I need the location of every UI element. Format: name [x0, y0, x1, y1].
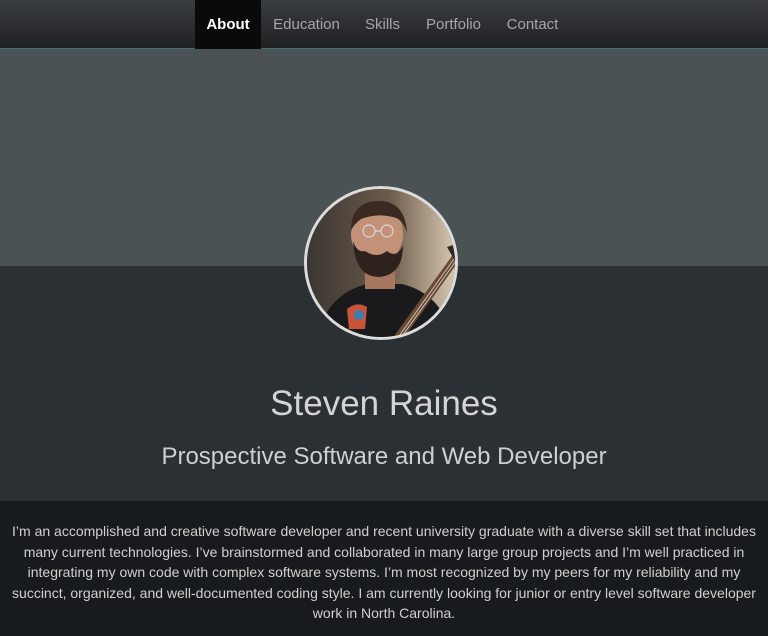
nav-portfolio[interactable]: Portfolio — [413, 0, 494, 49]
nav-menu: About Education Skills Portfolio Contact — [195, 0, 571, 49]
avatar — [304, 186, 458, 340]
nav-education[interactable]: Education — [261, 0, 352, 49]
profile-title: Prospective Software and Web Developer — [161, 443, 607, 470]
top-navbar: About Education Skills Portfolio Contact — [0, 0, 768, 49]
nav-contact[interactable]: Contact — [494, 0, 571, 49]
nav-about[interactable]: About — [195, 0, 261, 49]
nav-skills[interactable]: Skills — [352, 0, 413, 49]
profile-photo-icon — [307, 189, 455, 337]
profile-name: Steven Raines — [270, 384, 498, 423]
profile-bio: I’m an accomplished and creative softwar… — [12, 523, 756, 621]
